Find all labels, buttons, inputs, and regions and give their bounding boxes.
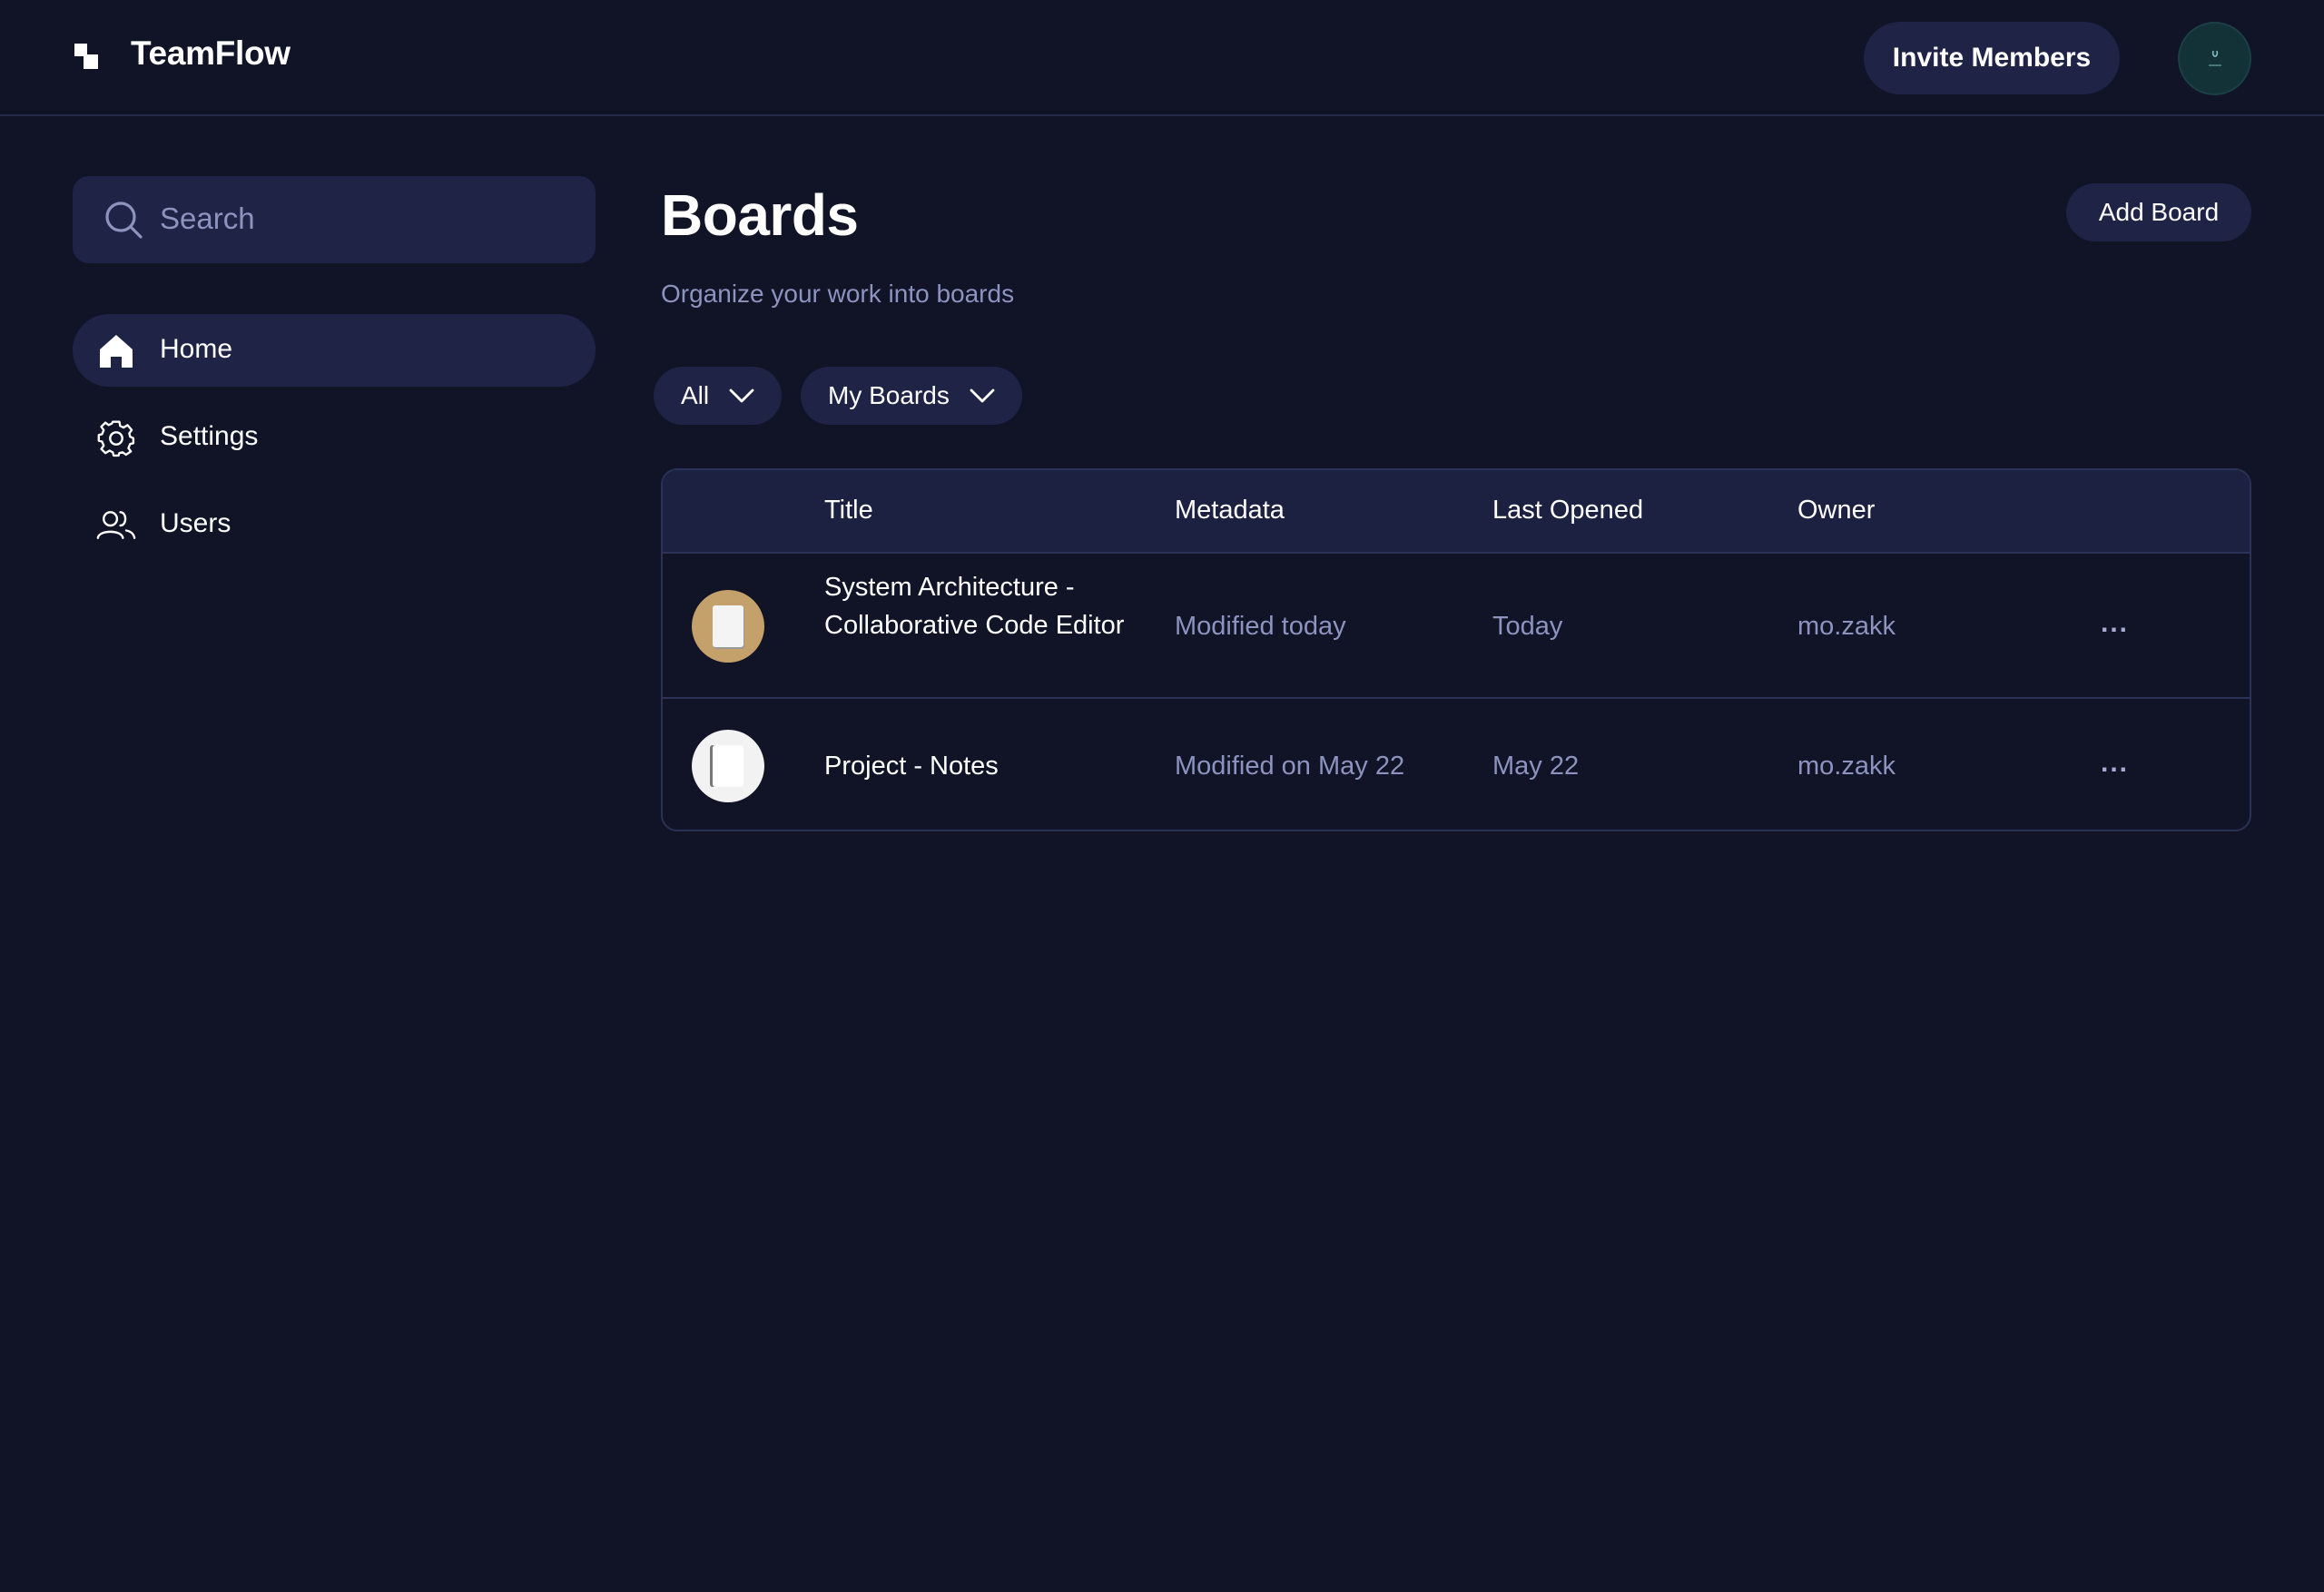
chevron-down-icon [729,388,754,403]
board-title[interactable]: System Architecture - Collaborative Code… [824,568,1133,644]
board-title[interactable]: Project - Notes [824,747,1133,785]
sidebar-item-label: Users [160,508,231,538]
top-bar: TeamFlow Invite Members [0,0,2324,116]
sidebar-item-home[interactable]: Home [73,314,596,387]
avatar-logo-icon [2208,50,2221,65]
sidebar-item-label: Settings [160,421,259,451]
avatar[interactable] [2178,22,2251,95]
add-board-button[interactable]: Add Board [2066,183,2251,241]
filter-my-boards-dropdown[interactable]: My Boards [801,367,1022,425]
board-last-opened: Today [1492,612,1563,641]
sidebar-item-settings[interactable]: Settings [73,401,596,474]
table-header: Title Metadata Last Opened Owner [663,470,2250,554]
filter-label: My Boards [828,381,950,409]
search-icon [105,201,143,239]
column-header-owner[interactable]: Owner [1797,496,1875,526]
page-subtitle: Organize your work into boards [661,280,1015,308]
chevron-down-icon [970,388,995,403]
board-owner: mo.zakk [1797,612,1896,641]
logo-icon [74,44,100,71]
document-icon [713,745,743,787]
sidebar-item-label: Home [160,334,233,364]
home-icon [100,335,133,368]
app-title: TeamFlow [131,34,290,72]
page-title: Boards [661,182,859,248]
users-icon [96,511,136,539]
board-metadata: Modified today [1175,612,1346,641]
column-header-last-opened[interactable]: Last Opened [1492,496,1643,526]
board-last-opened: May 22 [1492,752,1580,781]
board-metadata: Modified on May 22 [1175,752,1405,781]
invite-members-button[interactable]: Invite Members [1864,22,2120,94]
more-options-button[interactable]: ... [2101,604,2129,643]
filter-all-dropdown[interactable]: All [654,367,783,425]
document-icon [713,605,743,647]
more-options-button[interactable]: ... [2101,744,2129,782]
sidebar-item-users[interactable]: Users [73,488,596,561]
boards-table: Title Metadata Last Opened Owner System … [661,468,2251,831]
table-row[interactable]: System Architecture - Collaborative Code… [663,554,2250,699]
filter-label: All [681,381,710,409]
gear-icon [97,420,135,457]
table-row[interactable]: Project - Notes Modified on May 22 May 2… [663,701,2250,830]
column-header-metadata[interactable]: Metadata [1175,496,1285,526]
board-thumbnail [692,590,764,663]
column-header-title[interactable]: Title [824,496,873,526]
search-input[interactable]: Search [73,176,596,263]
board-owner: mo.zakk [1797,752,1896,781]
board-thumbnail [692,730,764,802]
search-placeholder: Search [160,201,255,235]
